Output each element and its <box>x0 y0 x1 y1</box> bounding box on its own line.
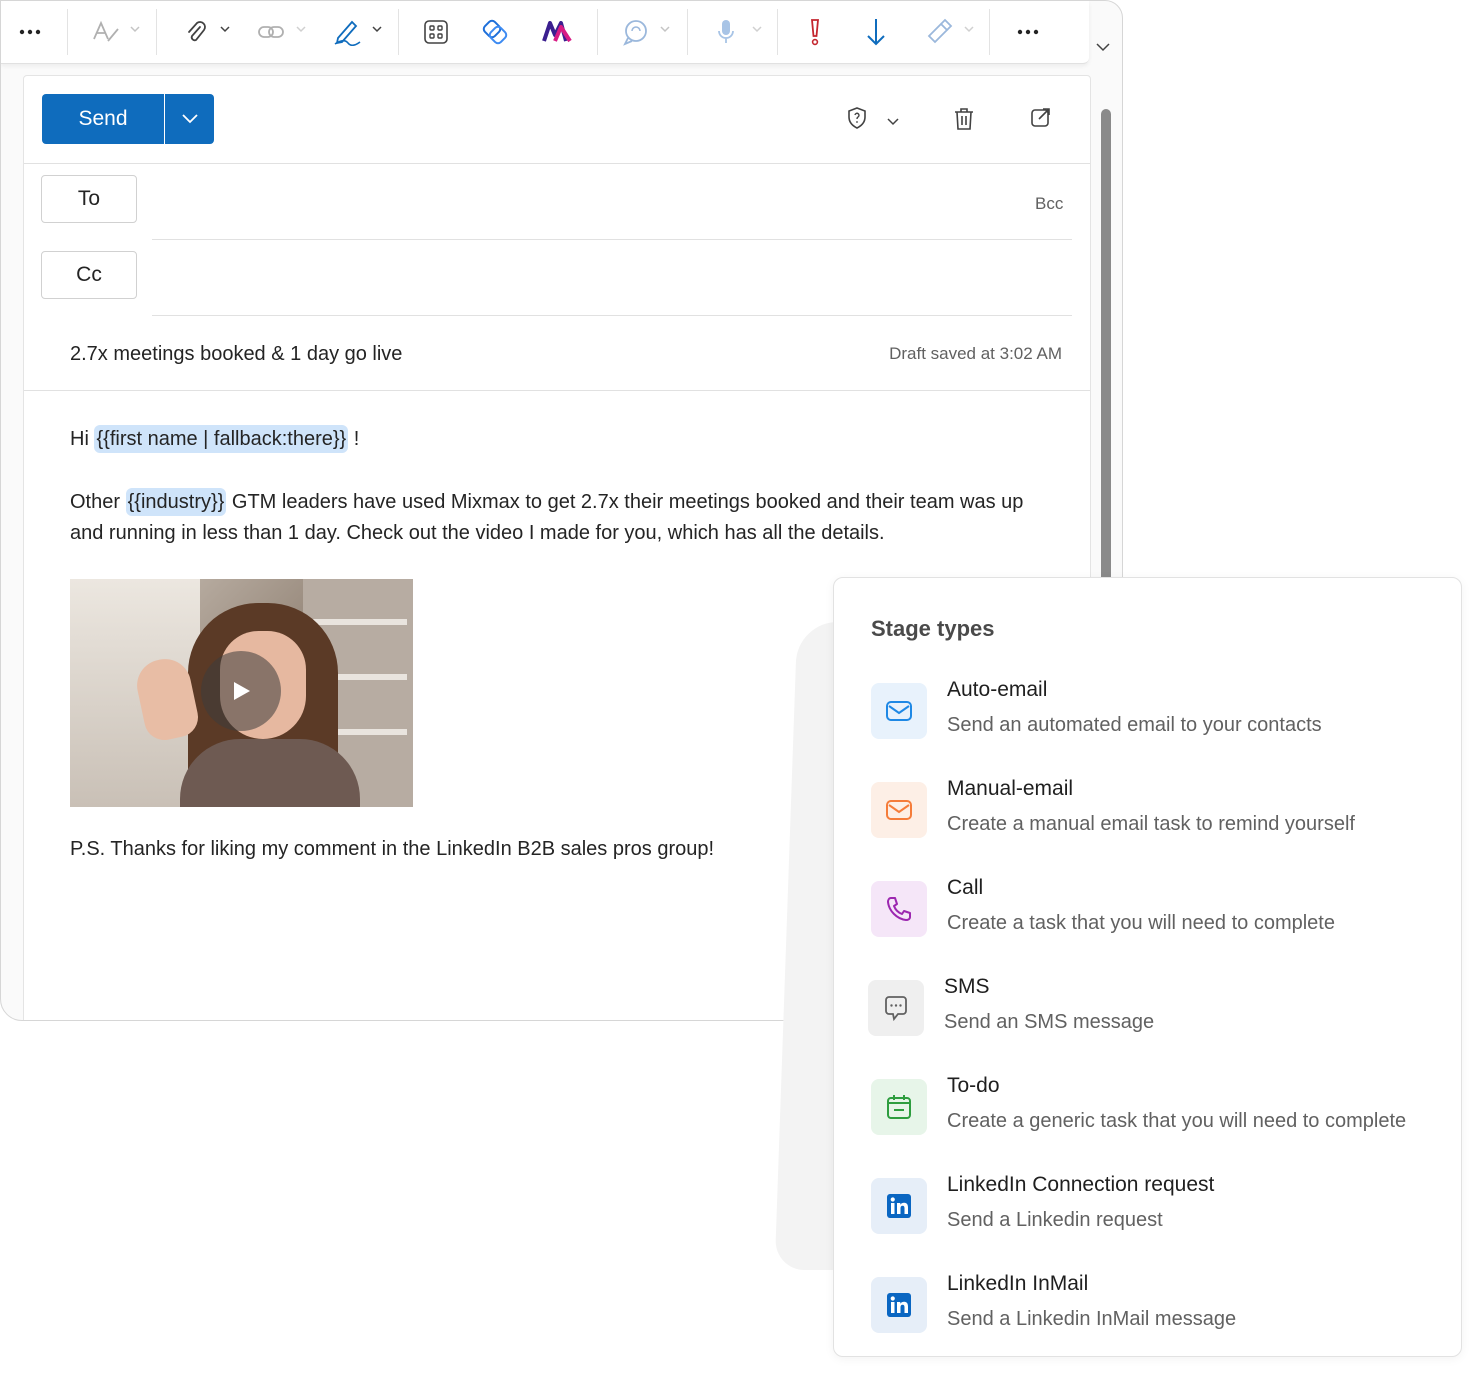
cc-button[interactable]: Cc <box>41 251 137 299</box>
more-icon[interactable] <box>15 15 45 49</box>
link-icon[interactable] <box>255 15 287 49</box>
phone-icon <box>871 881 927 937</box>
body-paragraph[interactable]: Other {{industry}} GTM leaders have used… <box>70 487 1060 549</box>
copilot-icon[interactable] <box>619 15 651 49</box>
divider <box>24 163 1090 164</box>
send-button-group: Send <box>42 94 214 144</box>
stage-item-auto-email[interactable]: Auto-email Send an automated email to yo… <box>871 678 1451 748</box>
stage-title: Auto-email <box>947 678 1048 701</box>
stage-types-panel: Stage types Auto-email Send an automated… <box>833 577 1462 1357</box>
importance-icon[interactable] <box>801 15 829 49</box>
stage-item-manual-email[interactable]: Manual-email Create a manual email task … <box>871 777 1451 847</box>
cc-field[interactable] <box>152 252 1072 312</box>
mail-icon <box>871 782 927 838</box>
merge-tag-industry[interactable]: {{industry}} <box>125 488 227 516</box>
divider <box>24 390 1090 391</box>
chevron-down-icon[interactable] <box>219 23 231 35</box>
scrollbar[interactable] <box>1101 109 1111 589</box>
chevron-down-icon <box>181 114 198 124</box>
chevron-down-icon[interactable] <box>295 23 307 35</box>
stage-title: To-do <box>947 1074 1000 1097</box>
shield-question-icon[interactable] <box>846 106 868 130</box>
text-format-icon[interactable] <box>89 15 123 49</box>
bcc-button[interactable]: Bcc <box>1035 194 1063 214</box>
stage-title: LinkedIn InMail <box>947 1272 1089 1295</box>
stage-title: Call <box>947 876 984 899</box>
mail-icon <box>871 683 927 739</box>
chevron-down-icon[interactable] <box>659 23 671 35</box>
to-button[interactable]: To <box>41 175 137 223</box>
stage-description: Send an automated email to your contacts <box>947 714 1322 736</box>
mixmax-icon[interactable] <box>539 15 575 49</box>
draft-status: Draft saved at 3:02 AM <box>889 344 1062 363</box>
linkedin-icon <box>871 1178 927 1234</box>
more-icon[interactable] <box>1013 15 1043 49</box>
stage-description: Send an SMS message <box>944 1011 1155 1033</box>
chevron-down-icon[interactable] <box>963 23 975 35</box>
stage-description: Create a manual email task to remind you… <box>947 813 1355 835</box>
subject-field[interactable]: 2.7x meetings booked & 1 day go live <box>70 343 402 366</box>
stage-description: Create a task that you will need to comp… <box>947 912 1335 934</box>
attach-icon[interactable] <box>181 15 211 49</box>
chevron-down-icon[interactable] <box>751 23 763 35</box>
chevron-down-icon[interactable] <box>129 23 141 35</box>
stage-item-sms[interactable]: SMS Send an SMS message <box>868 975 1448 1045</box>
ribbon-toolbar <box>1 1 1089 64</box>
stage-title: SMS <box>944 975 990 998</box>
stage-description: Send a Linkedin InMail message <box>947 1308 1237 1330</box>
greeting-suffix: ! <box>348 428 360 450</box>
video-thumbnail[interactable] <box>70 579 413 807</box>
loop-icon[interactable] <box>479 15 511 49</box>
calendar-icon <box>871 1079 927 1135</box>
low-importance-icon[interactable] <box>861 15 891 49</box>
linkedin-icon <box>871 1277 927 1333</box>
stage-item-to-do[interactable]: To-do Create a generic task that you wil… <box>871 1074 1451 1144</box>
signature-icon[interactable] <box>331 15 363 49</box>
stage-title: LinkedIn Connection request <box>947 1173 1215 1196</box>
stage-item-call[interactable]: Call Create a task that you will need to… <box>871 876 1451 946</box>
greeting-prefix: Hi <box>70 428 89 450</box>
stage-item-linkedin-inmail[interactable]: LinkedIn InMail Send a Linkedin InMail m… <box>871 1272 1451 1342</box>
body-greeting[interactable]: Hi {{first name | fallback:there}} ! <box>70 424 359 455</box>
cc-field-underline <box>152 315 1072 316</box>
dictate-icon[interactable] <box>711 15 741 49</box>
stage-description: Create a generic task that you will need… <box>947 1110 1407 1132</box>
send-button[interactable]: Send <box>42 94 164 144</box>
stage-title: Manual-email <box>947 777 1074 800</box>
stage-description: Send a Linkedin request <box>947 1209 1163 1231</box>
to-field-underline <box>152 239 1072 240</box>
paragraph-prefix: Other <box>70 491 121 513</box>
chevron-down-icon[interactable] <box>1095 39 1111 55</box>
to-field[interactable] <box>152 176 1012 236</box>
play-icon[interactable] <box>201 651 281 731</box>
apps-icon[interactable] <box>421 15 451 49</box>
delete-icon[interactable] <box>952 106 976 132</box>
chevron-down-icon[interactable] <box>371 23 383 35</box>
stage-item-linkedin-connection[interactable]: LinkedIn Connection request Send a Linke… <box>871 1173 1451 1243</box>
merge-tag-first-name[interactable]: {{first name | fallback:there}} <box>94 425 349 453</box>
chat-icon <box>868 980 924 1036</box>
body-ps[interactable]: P.S. Thanks for liking my comment in the… <box>70 834 714 865</box>
send-options-button[interactable] <box>165 94 214 144</box>
sensitivity-icon[interactable] <box>923 15 955 49</box>
chevron-down-icon[interactable] <box>886 114 900 128</box>
panel-title: Stage types <box>871 616 995 641</box>
pop-out-icon[interactable] <box>1030 106 1052 128</box>
